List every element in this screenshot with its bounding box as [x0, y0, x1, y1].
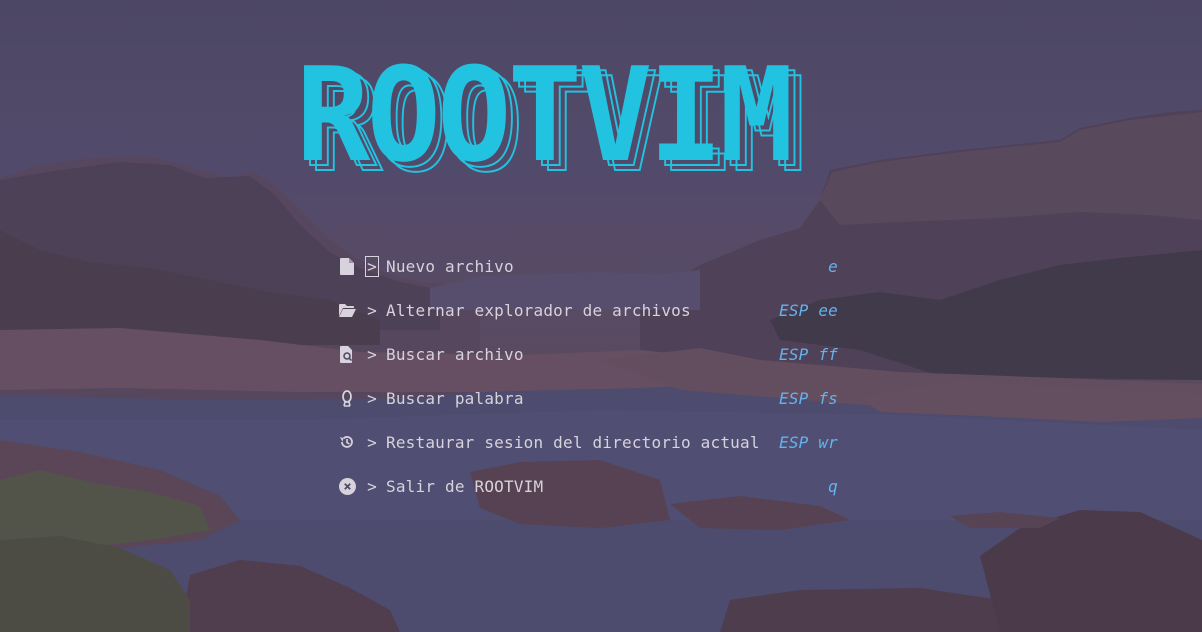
- menu-item-label: Salir de ROOTVIM: [386, 476, 544, 496]
- menu-caret: >: [367, 344, 377, 364]
- menu-item-restore-session[interactable]: > Restaurar sesion del directorio actual…: [334, 420, 844, 464]
- menu-item-label: Buscar palabra: [386, 388, 524, 408]
- menu-item-new-file[interactable]: > Nuevo archivo e: [334, 244, 844, 288]
- banner-logo-text: ROOTVIM: [296, 39, 794, 191]
- file-icon: [336, 255, 358, 277]
- menu-item-toggle-explorer[interactable]: > Alternar explorador de archivos ESP ee: [334, 288, 844, 332]
- menu-item-label: Restaurar sesion del directorio actual: [386, 432, 760, 452]
- menu-item-shortcut: ESP fs: [779, 388, 838, 408]
- menu-item-shortcut: q: [828, 476, 838, 496]
- menu-caret: >: [367, 388, 377, 408]
- cursor-caret: >: [365, 255, 379, 277]
- search-word-icon: [336, 387, 358, 409]
- file-search-icon: [336, 343, 358, 365]
- menu-item-find-word[interactable]: > Buscar palabra ESP fs: [334, 376, 844, 420]
- menu-caret: >: [367, 432, 377, 452]
- menu-caret: >: [367, 476, 377, 496]
- restore-session-icon: [336, 431, 358, 453]
- menu-item-label: Alternar explorador de archivos: [386, 300, 691, 320]
- dashboard-screen: ROOTVIM ROOTVIM ROOTVIM > Nuevo archivo …: [0, 0, 1202, 632]
- rootvim-banner: ROOTVIM ROOTVIM ROOTVIM: [0, 39, 1202, 191]
- menu-item-shortcut: ESP ee: [779, 300, 838, 320]
- menu-caret: >: [367, 300, 377, 320]
- menu-item-shortcut: ESP ff: [779, 344, 838, 364]
- close-circle-icon: [336, 475, 358, 497]
- dashboard-menu: > Nuevo archivo e > Alternar explorador …: [334, 244, 844, 508]
- menu-item-label: Buscar archivo: [386, 344, 524, 364]
- menu-item-shortcut: e: [828, 256, 838, 276]
- banner-logo: ROOTVIM ROOTVIM ROOTVIM: [296, 39, 876, 191]
- folder-open-icon: [336, 299, 358, 321]
- menu-item-quit[interactable]: > Salir de ROOTVIM q: [334, 464, 844, 508]
- menu-item-find-file[interactable]: > Buscar archivo ESP ff: [334, 332, 844, 376]
- menu-item-label: Nuevo archivo: [386, 256, 514, 276]
- menu-item-shortcut: ESP wr: [779, 432, 838, 452]
